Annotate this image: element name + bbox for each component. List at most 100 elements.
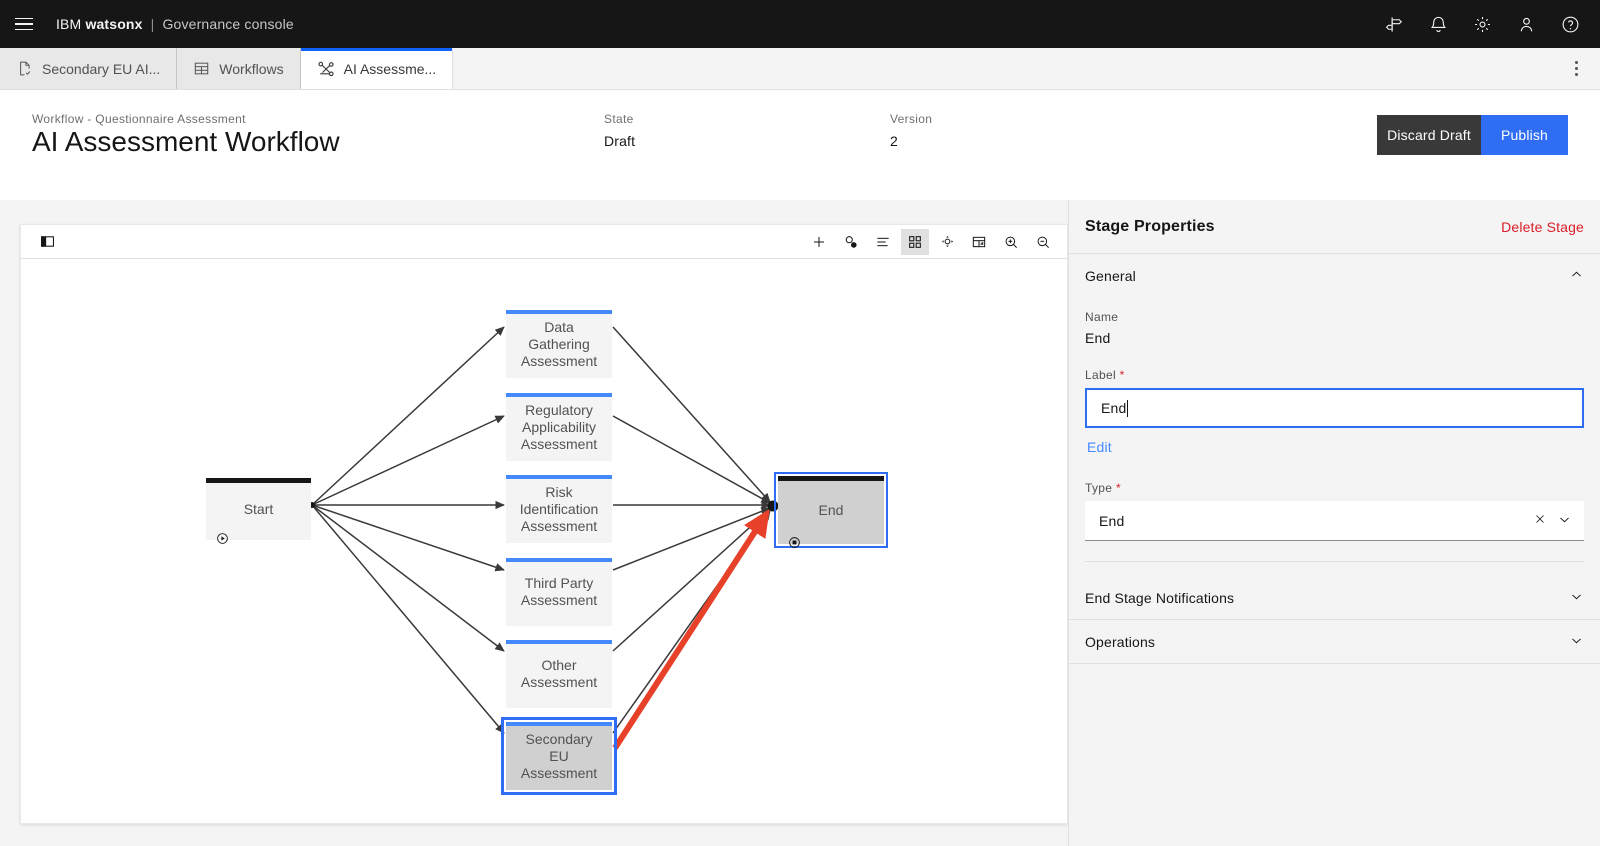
delete-stage-button[interactable]: Delete Stage	[1501, 219, 1584, 235]
page-title: AI Assessment Workflow	[32, 126, 340, 157]
tab-secondary-eu-ai[interactable]: Secondary EU AI...	[0, 48, 178, 89]
name-value: End	[1085, 330, 1111, 346]
label-field-label: Label *	[1085, 368, 1584, 382]
tab-bar-spacer	[453, 48, 1552, 89]
node-accent-bar	[506, 640, 612, 644]
tab-workflows[interactable]: Workflows	[177, 48, 301, 89]
edit-link[interactable]: Edit	[1087, 439, 1112, 455]
version-meta: Version 2	[890, 112, 932, 149]
state-meta: State Draft	[604, 112, 635, 149]
pan-select-icon[interactable]	[837, 229, 865, 255]
zoom-out-icon[interactable]	[1029, 229, 1057, 255]
tab-label: Workflows	[219, 60, 284, 77]
type-select[interactable]: End	[1085, 501, 1584, 541]
document-check-icon	[16, 60, 33, 77]
gear-icon[interactable]	[1460, 0, 1504, 48]
node-risk-identification-assessment[interactable]: Risk Identification Assessment	[506, 475, 612, 543]
panel-title: Stage Properties	[1085, 217, 1215, 235]
workflow-canvas[interactable]: Start Data Gathering Assessment Regulato…	[21, 259, 1067, 823]
header-actions: Discard Draft Publish	[1377, 115, 1568, 155]
tab-ai-assessment[interactable]: AI Assessme...	[300, 48, 454, 89]
node-data-gathering-assessment[interactable]: Data Gathering Assessment	[506, 310, 612, 378]
brand-prefix: IBM	[56, 16, 82, 32]
stage-properties-panel: Stage Properties Delete Stage General Na…	[1068, 200, 1600, 846]
node-label: End	[818, 501, 844, 518]
type-text: Type	[1085, 481, 1113, 495]
chevron-down-icon[interactable]	[1557, 512, 1572, 530]
node-secondary-eu-assessment[interactable]: Secondary EU Assessment	[501, 717, 617, 795]
workflow-canvas-card: Start Data Gathering Assessment Regulato…	[20, 224, 1068, 824]
node-label: Regulatory Applicability Assessment	[520, 401, 598, 452]
chevron-down-icon	[1569, 633, 1584, 651]
node-other-assessment[interactable]: Other Assessment	[506, 640, 612, 708]
version-value: 2	[890, 133, 898, 149]
tab-bar: Secondary EU AI... Workflows AI Assessme…	[0, 48, 1600, 90]
canvas-toolbar-right	[803, 228, 1067, 255]
node-label: Data Gathering Assessment	[520, 318, 598, 369]
top-navigation-bar: IBM watsonx | Governance console	[0, 0, 1600, 48]
node-accent-bar	[506, 558, 612, 562]
add-icon[interactable]	[805, 229, 833, 255]
node-accent-bar	[506, 722, 612, 726]
publish-button[interactable]: Publish	[1481, 115, 1568, 155]
tab-label: Secondary EU AI...	[42, 60, 161, 77]
canvas-toolbar-left	[21, 229, 63, 255]
node-accent-bar	[506, 475, 612, 479]
label-input[interactable]: End	[1085, 388, 1584, 428]
side-panel-toggle-icon[interactable]	[33, 229, 61, 255]
signpost-icon[interactable]	[1372, 0, 1416, 48]
brand-separator: |	[150, 16, 155, 32]
node-regulatory-applicability-assessment[interactable]: Regulatory Applicability Assessment	[506, 393, 612, 461]
node-accent-bar	[206, 478, 311, 483]
accordion-operations[interactable]: Operations	[1069, 620, 1600, 664]
state-label: State	[604, 112, 634, 126]
align-icon[interactable]	[869, 229, 897, 255]
label-input-value: End	[1101, 400, 1127, 416]
flow-icon	[317, 60, 335, 78]
node-label: Secondary EU Assessment	[520, 730, 598, 781]
user-avatar-icon[interactable]	[1504, 0, 1548, 48]
field-type: Type * End	[1085, 481, 1584, 541]
help-icon[interactable]	[1548, 0, 1592, 48]
node-label: Risk Identification Assessment	[519, 483, 599, 534]
node-accent-bar	[506, 310, 612, 314]
node-label: Start	[243, 500, 274, 517]
node-end[interactable]: End	[774, 472, 888, 548]
tab-label: AI Assessme...	[343, 60, 437, 77]
breadcrumb: Workflow - Questionnaire Assessment	[32, 112, 246, 126]
type-select-value: End	[1099, 512, 1125, 529]
accordion-operations-label: Operations	[1085, 633, 1156, 650]
text-caret	[1127, 399, 1129, 417]
node-third-party-assessment[interactable]: Third Party Assessment	[506, 558, 612, 626]
field-name: Name End	[1085, 310, 1584, 346]
close-icon[interactable]	[1533, 512, 1547, 529]
name-label: Name	[1085, 310, 1119, 324]
grid-icon[interactable]	[901, 228, 929, 255]
brand-name: watsonx	[85, 16, 143, 32]
node-label: Other Assessment	[520, 657, 598, 690]
accordion-general[interactable]: General	[1069, 254, 1600, 298]
node-label: Third Party Assessment	[520, 575, 598, 608]
version-label: Version	[890, 112, 933, 126]
page-header: Workflow - Questionnaire Assessment AI A…	[0, 90, 1600, 200]
chevron-down-icon	[1569, 589, 1584, 607]
required-asterisk: *	[1115, 481, 1121, 495]
layout-icon[interactable]	[965, 229, 993, 255]
zoom-in-icon[interactable]	[997, 229, 1025, 255]
workflow-diagram: Start Data Gathering Assessment Regulato…	[21, 259, 1067, 823]
top-nav-actions	[1372, 0, 1600, 48]
general-section-body: Name End Label * End Edit Type * End	[1069, 298, 1600, 576]
hamburger-menu-icon[interactable]	[0, 0, 48, 48]
overflow-menu-vertical-icon[interactable]	[1552, 48, 1600, 89]
accordion-end-stage-notifications[interactable]: End Stage Notifications	[1069, 576, 1600, 620]
fit-to-screen-icon[interactable]	[933, 229, 961, 255]
state-value: Draft	[604, 133, 636, 149]
brand-title: IBM watsonx | Governance console	[56, 16, 294, 32]
node-start[interactable]: Start	[206, 478, 311, 544]
discard-draft-button[interactable]: Discard Draft	[1377, 115, 1481, 155]
label-text: Label	[1085, 368, 1116, 382]
type-select-controls	[1533, 512, 1572, 530]
type-field-label: Type *	[1085, 481, 1584, 495]
notification-bell-icon[interactable]	[1416, 0, 1460, 48]
required-asterisk: *	[1119, 368, 1125, 382]
